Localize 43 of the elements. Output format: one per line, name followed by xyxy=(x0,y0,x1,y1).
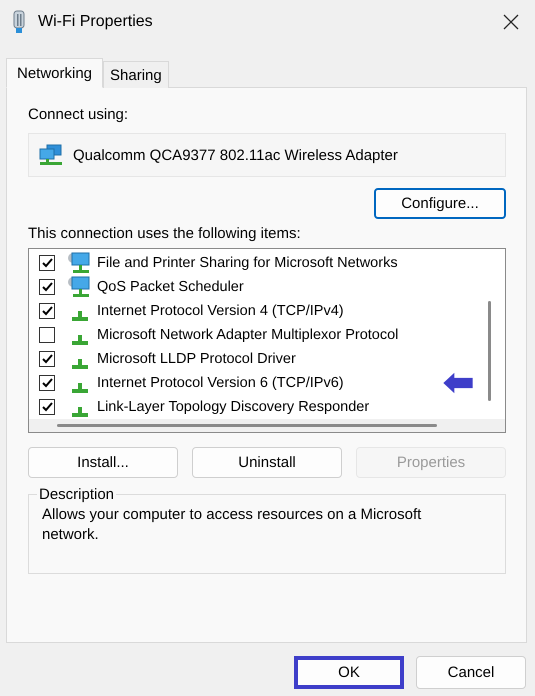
dialog-button[interactable]: Cancel xyxy=(416,656,526,689)
list-item[interactable]: Microsoft Network Adapter Multiplexor Protocol xyxy=(97,327,398,343)
check-icon xyxy=(42,282,52,292)
protocol-icon xyxy=(72,359,88,369)
description-title: Description xyxy=(38,486,116,503)
list-item[interactable]: QoS Packet Scheduler xyxy=(97,279,244,295)
protocol-icon xyxy=(72,407,88,417)
tab[interactable]: Sharing xyxy=(103,61,169,88)
list-item[interactable]: Microsoft LLDP Protocol Driver xyxy=(97,351,296,367)
adapter-icon xyxy=(12,10,26,34)
network-icon xyxy=(39,144,63,166)
checkbox[interactable] xyxy=(39,399,55,415)
description-text: Allows your computer to access resources on a Microsoft network. xyxy=(42,505,422,545)
adapter-name: Qualcomm QCA9377 802.11ac Wireless Adapter xyxy=(73,146,398,164)
list-item[interactable]: Internet Protocol Version 6 (TCP/IPv6) xyxy=(97,375,344,391)
tab[interactable]: Networking xyxy=(6,58,104,88)
configure-button[interactable]: Configure... xyxy=(374,188,506,219)
checkbox[interactable] xyxy=(39,279,55,295)
checkbox[interactable] xyxy=(39,255,55,271)
window-title: Wi-Fi Properties xyxy=(38,13,154,31)
item-action-button[interactable]: Install... xyxy=(28,447,178,478)
check-icon xyxy=(42,378,52,388)
dialog-button[interactable]: OK xyxy=(294,656,404,689)
checkbox[interactable] xyxy=(39,351,55,367)
list-item[interactable]: Link-Layer Topology Discovery Responder xyxy=(97,399,370,415)
check-icon xyxy=(42,258,52,268)
scrollbar-thumb[interactable] xyxy=(488,301,491,401)
check-icon xyxy=(42,354,52,364)
list-item[interactable]: File and Printer Sharing for Microsoft Networks xyxy=(97,255,398,271)
check-icon xyxy=(42,306,52,316)
scrollbar-thumb[interactable] xyxy=(57,424,437,427)
protocol-icon xyxy=(72,335,88,345)
checkbox[interactable] xyxy=(39,303,55,319)
checkbox[interactable] xyxy=(39,375,55,391)
items-label: This connection uses the following items: xyxy=(28,225,302,242)
check-icon xyxy=(42,402,52,412)
close-icon xyxy=(503,14,519,30)
checkbox[interactable] xyxy=(39,327,55,343)
item-action-button[interactable]: Uninstall xyxy=(192,447,342,478)
protocol-icon xyxy=(72,311,88,321)
list-item[interactable]: Internet Protocol Version 4 (TCP/IPv4) xyxy=(97,303,344,319)
connect-using-label: Connect using: xyxy=(28,106,130,123)
protocol-icon xyxy=(72,383,88,393)
